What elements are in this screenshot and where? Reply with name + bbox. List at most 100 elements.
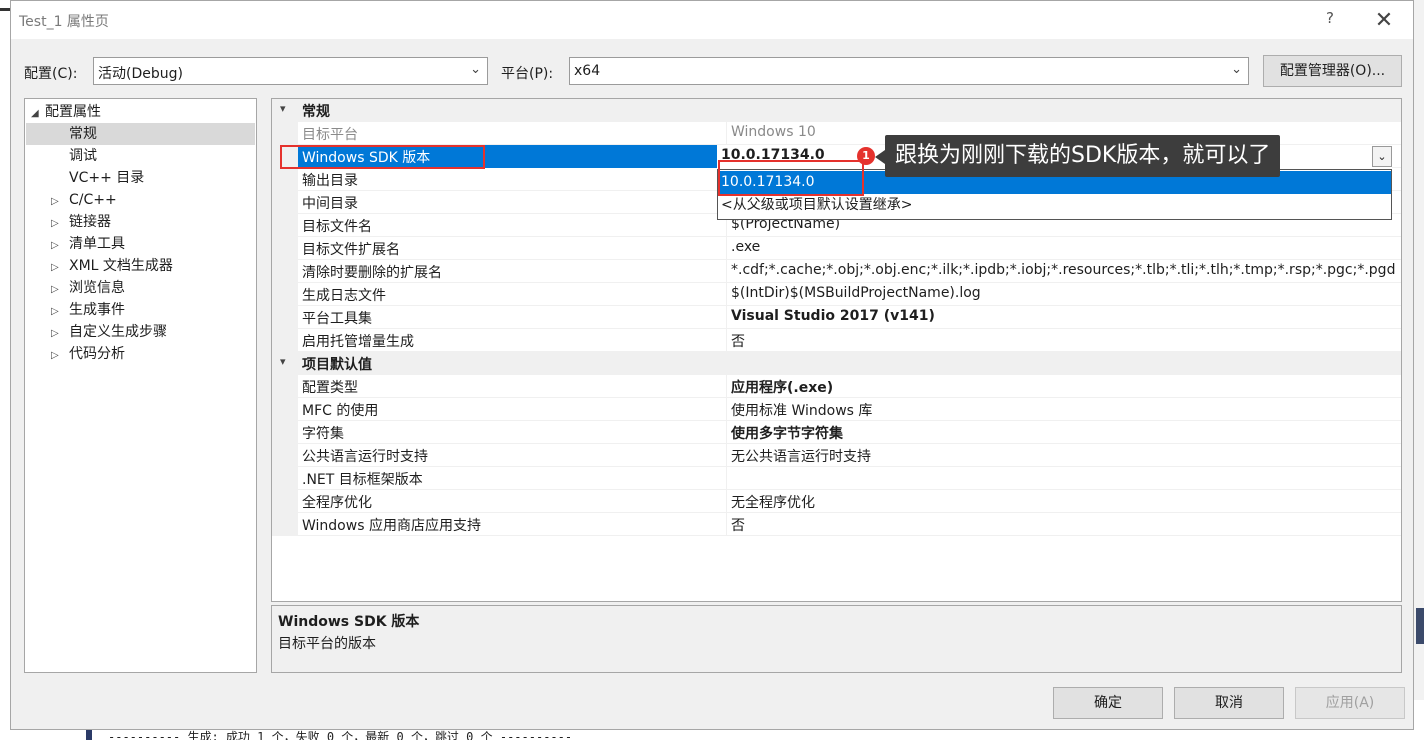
collapsed-triangle-icon[interactable]: ▷ xyxy=(51,191,69,213)
property-row[interactable]: 生成日志文件 $(IntDir)$(MSBuildProjectName).log xyxy=(272,283,1401,306)
column-divider xyxy=(726,444,727,467)
property-value[interactable]: $(IntDir)$(MSBuildProjectName).log xyxy=(731,285,981,301)
tree-item-3[interactable]: ▷ C/C++ xyxy=(26,189,255,211)
property-value[interactable]: 无全程序优化 xyxy=(731,492,815,512)
property-name: 生成日志文件 xyxy=(302,288,386,304)
property-name: 输出目录 xyxy=(302,173,358,189)
property-row[interactable]: 全程序优化 无全程序优化 xyxy=(272,490,1401,513)
tree-item-0[interactable]: 常规 xyxy=(26,123,255,145)
config-manager-button[interactable]: 配置管理器(O)... xyxy=(1263,55,1402,87)
property-value[interactable]: .exe xyxy=(731,239,760,255)
property-row[interactable]: 启用托管增量生成 否 xyxy=(272,329,1401,352)
property-value[interactable]: Windows 10 xyxy=(731,124,816,140)
property-name: MFC 的使用 xyxy=(302,403,379,419)
expanded-triangle-icon: ◢ xyxy=(31,108,39,119)
collapsed-triangle-icon[interactable]: ▷ xyxy=(51,213,69,235)
config-select[interactable]: 活动(Debug) ⌄ xyxy=(93,57,488,85)
property-row[interactable]: 配置类型 应用程序(.exe) xyxy=(272,375,1401,398)
column-divider xyxy=(726,122,727,145)
tree-item-label: 生成事件 xyxy=(69,302,125,318)
property-value[interactable]: 否 xyxy=(731,331,745,351)
annotation-pointer xyxy=(875,150,885,164)
dialog-title: Test_1 属性页 xyxy=(19,14,109,30)
column-divider xyxy=(726,260,727,283)
apply-button[interactable]: 应用(A) xyxy=(1295,687,1405,719)
row-gutter xyxy=(272,329,298,352)
tree-root-config-properties[interactable]: ◢ 配置属性 xyxy=(31,101,101,123)
tree-item-9[interactable]: ▷ 自定义生成步骤 xyxy=(26,321,255,343)
column-divider xyxy=(726,421,727,444)
collapsed-triangle-icon[interactable]: ▷ xyxy=(51,301,69,323)
platform-select[interactable]: x64 ⌄ xyxy=(569,57,1249,85)
property-pages-dialog: Test_1 属性页 ? ✕ 配置(C): 活动(Debug) ⌄ 平台(P):… xyxy=(10,0,1414,730)
property-value[interactable]: 否 xyxy=(731,515,745,535)
tree-item-6[interactable]: ▷ XML 文档生成器 xyxy=(26,255,255,277)
tree-root-label: 配置属性 xyxy=(45,104,101,120)
tree-item-10[interactable]: ▷ 代码分析 xyxy=(26,343,255,365)
collapsed-triangle-icon[interactable]: ▷ xyxy=(51,235,69,257)
property-name: 配置类型 xyxy=(302,380,358,396)
column-divider xyxy=(726,237,727,260)
help-icon[interactable]: ? xyxy=(1317,9,1343,33)
tree-item-7[interactable]: ▷ 浏览信息 xyxy=(26,277,255,299)
background-right-edge xyxy=(1414,0,1424,740)
property-row[interactable]: Windows 应用商店应用支持 否 xyxy=(272,513,1401,536)
column-divider xyxy=(726,329,727,352)
category-general[interactable]: ▾ 常规 xyxy=(272,99,1401,122)
category-label: 常规 xyxy=(302,104,330,120)
row-gutter xyxy=(272,375,298,398)
sdk-option-inherit[interactable]: <从父级或项目默认设置继承> xyxy=(718,194,1391,217)
property-value[interactable]: 无公共语言运行时支持 xyxy=(731,446,871,466)
property-tree: ◢ 配置属性 常规 调试 VC++ 目录 ▷ C/C++ ▷ 链接器 ▷ 清单工具 ▷ XML 文档生… xyxy=(24,98,257,673)
annotation-number-badge: 1 xyxy=(857,147,875,165)
ok-button[interactable]: 确定 xyxy=(1053,687,1163,719)
tree-item-2[interactable]: VC++ 目录 xyxy=(26,167,255,189)
row-gutter xyxy=(272,260,298,283)
property-name: Windows 应用商店应用支持 xyxy=(302,518,481,534)
property-value[interactable]: 使用标准 Windows 库 xyxy=(731,400,872,420)
property-row[interactable]: 目标文件扩展名 .exe xyxy=(272,237,1401,260)
collapsed-triangle-icon[interactable]: ▷ xyxy=(51,279,69,301)
collapsed-triangle-icon[interactable]: ▷ xyxy=(51,257,69,279)
property-value[interactable]: *.cdf;*.cache;*.obj;*.obj.enc;*.ilk;*.ip… xyxy=(731,262,1395,278)
annotation-callout: 跟换为刚刚下载的SDK版本，就可以了 xyxy=(885,135,1281,177)
close-icon[interactable]: ✕ xyxy=(1369,7,1399,35)
property-row[interactable]: 清除时要删除的扩展名 *.cdf;*.cache;*.obj;*.obj.enc;… xyxy=(272,260,1401,283)
property-row[interactable]: .NET 目标框架版本 xyxy=(272,467,1401,490)
background-mark xyxy=(0,8,10,11)
property-name: 目标平台 xyxy=(302,127,358,143)
collapsed-triangle-icon[interactable]: ▷ xyxy=(51,323,69,345)
property-row[interactable]: 平台工具集 Visual Studio 2017 (v141) xyxy=(272,306,1401,329)
property-row[interactable]: 公共语言运行时支持 无公共语言运行时支持 xyxy=(272,444,1401,467)
collapsed-triangle-icon[interactable]: ▷ xyxy=(51,345,69,367)
property-row[interactable]: MFC 的使用 使用标准 Windows 库 xyxy=(272,398,1401,421)
highlight-box-sdk-value xyxy=(718,160,864,196)
category-project-defaults[interactable]: ▾ 项目默认值 xyxy=(272,352,1401,375)
row-gutter xyxy=(272,467,298,490)
platform-label: 平台(P): xyxy=(501,66,554,82)
dialog-titlebar: Test_1 属性页 ? ✕ xyxy=(11,1,1413,39)
tree-item-1[interactable]: 调试 xyxy=(26,145,255,167)
property-value[interactable]: 应用程序(.exe) xyxy=(731,377,833,397)
cancel-button[interactable]: 取消 xyxy=(1174,687,1284,719)
property-row[interactable]: 字符集 使用多字节字符集 xyxy=(272,421,1401,444)
property-name: .NET 目标框架版本 xyxy=(302,472,423,488)
tree-item-8[interactable]: ▷ 生成事件 xyxy=(26,299,255,321)
chevron-down-icon[interactable]: ⌄ xyxy=(1372,146,1392,167)
property-value[interactable]: 使用多字节字符集 xyxy=(731,423,843,443)
tree-item-5[interactable]: ▷ 清单工具 xyxy=(26,233,255,255)
property-name: 目标文件扩展名 xyxy=(302,242,400,258)
row-gutter xyxy=(272,306,298,329)
category-label: 项目默认值 xyxy=(302,357,372,373)
row-gutter xyxy=(272,490,298,513)
tree-item-label: 代码分析 xyxy=(69,346,125,362)
tree-item-4[interactable]: ▷ 链接器 xyxy=(26,211,255,233)
column-divider xyxy=(726,306,727,329)
property-name: 中间目录 xyxy=(302,196,358,212)
property-name: 字符集 xyxy=(302,426,344,442)
column-divider xyxy=(726,398,727,421)
property-value[interactable]: Visual Studio 2017 (v141) xyxy=(731,308,935,324)
collapse-chevron-icon[interactable]: ▾ xyxy=(280,355,286,368)
collapse-chevron-icon[interactable]: ▾ xyxy=(280,102,286,115)
property-name: 清除时要删除的扩展名 xyxy=(302,265,442,281)
